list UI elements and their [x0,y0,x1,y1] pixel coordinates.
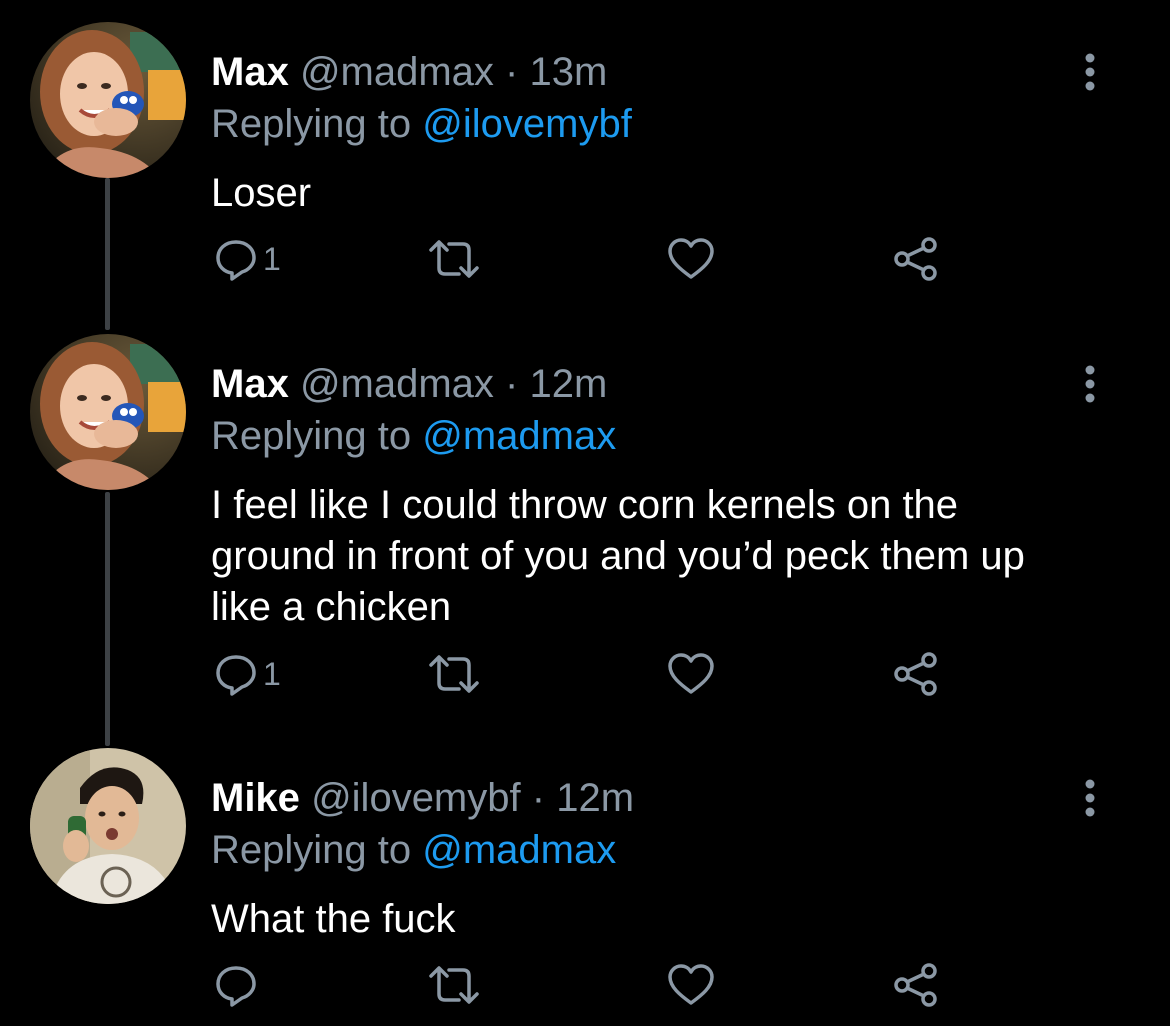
replying-to: Replying to @madmax [211,414,616,458]
replying-to-label: Replying to [211,414,412,458]
tweet[interactable]: Mike @ilovemybf · 12m Replying to @madma… [0,748,1170,1018]
share-button[interactable] [891,234,941,284]
separator: · [505,362,519,406]
tweet-header: Max @madmax · 12m [211,362,607,406]
share-button[interactable] [891,960,941,1010]
separator: · [505,50,519,94]
reply-count: 1 [263,656,281,692]
reply-button[interactable]: 1 [213,649,281,699]
tweet-text: What the fuck [211,897,456,941]
display-name[interactable]: Mike [211,776,300,820]
avatar-image [30,22,186,178]
tweet[interactable]: Max @madmax · 13m Replying to @ilovemybf… [0,22,1170,312]
like-button[interactable] [666,649,716,699]
display-name[interactable]: Max [211,50,289,94]
like-icon [668,653,714,694]
avatar[interactable] [30,748,186,904]
username[interactable]: @madmax [300,362,494,406]
username[interactable]: @madmax [300,50,494,94]
avatar[interactable] [30,334,186,490]
replying-to-handle[interactable]: @madmax [422,414,616,458]
tweet[interactable]: Max @madmax · 12m Replying to @madmax I … [0,334,1170,734]
avatar[interactable] [30,22,186,178]
retweet-button[interactable] [427,960,481,1010]
retweet-button[interactable] [427,649,481,699]
replying-to-handle[interactable]: @madmax [422,828,616,872]
tweet-actions: 1 [213,234,953,284]
reply-button[interactable]: 1 [213,234,281,284]
like-button[interactable] [666,960,716,1010]
avatar-image [30,334,186,490]
reply-icon [216,966,256,1007]
tweet-actions: 1 [213,649,953,699]
replying-to: Replying to @madmax [211,828,616,872]
tweet-actions [213,960,953,1010]
share-icon [894,237,937,281]
share-icon [894,652,937,696]
tweet-text: Loser [211,171,312,215]
retweet-button[interactable] [427,234,481,284]
more-icon [1085,365,1095,403]
more-options-button[interactable] [1070,776,1110,820]
retweet-icon [429,966,479,1004]
more-icon [1085,779,1095,817]
reply-icon [216,240,256,281]
like-button[interactable] [666,234,716,284]
like-icon [668,964,714,1005]
share-icon [894,963,937,1007]
like-icon [668,238,714,279]
timestamp[interactable]: 12m [556,776,634,820]
more-icon [1085,53,1095,91]
share-button[interactable] [891,649,941,699]
replying-to-handle[interactable]: @ilovemybf [422,102,632,146]
reply-icon [216,655,256,696]
replying-to-label: Replying to [211,828,412,872]
tweet-text: I feel like I could throw corn kernels o… [211,483,1025,629]
separator: · [531,776,546,820]
more-options-button[interactable] [1070,50,1110,94]
replying-to: Replying to @ilovemybf [211,102,632,146]
username[interactable]: @ilovemybf [311,776,521,820]
reply-count: 1 [263,241,281,277]
tweet-header: Mike @ilovemybf · 12m [211,776,634,820]
display-name[interactable]: Max [211,362,289,406]
timestamp[interactable]: 12m [530,362,608,406]
timestamp[interactable]: 13m [530,50,608,94]
reply-button[interactable] [213,960,263,1010]
retweet-icon [429,240,479,278]
avatar-image [30,748,186,904]
retweet-icon [429,655,479,693]
tweet-header: Max @madmax · 13m [211,50,607,94]
replying-to-label: Replying to [211,102,412,146]
more-options-button[interactable] [1070,362,1110,406]
